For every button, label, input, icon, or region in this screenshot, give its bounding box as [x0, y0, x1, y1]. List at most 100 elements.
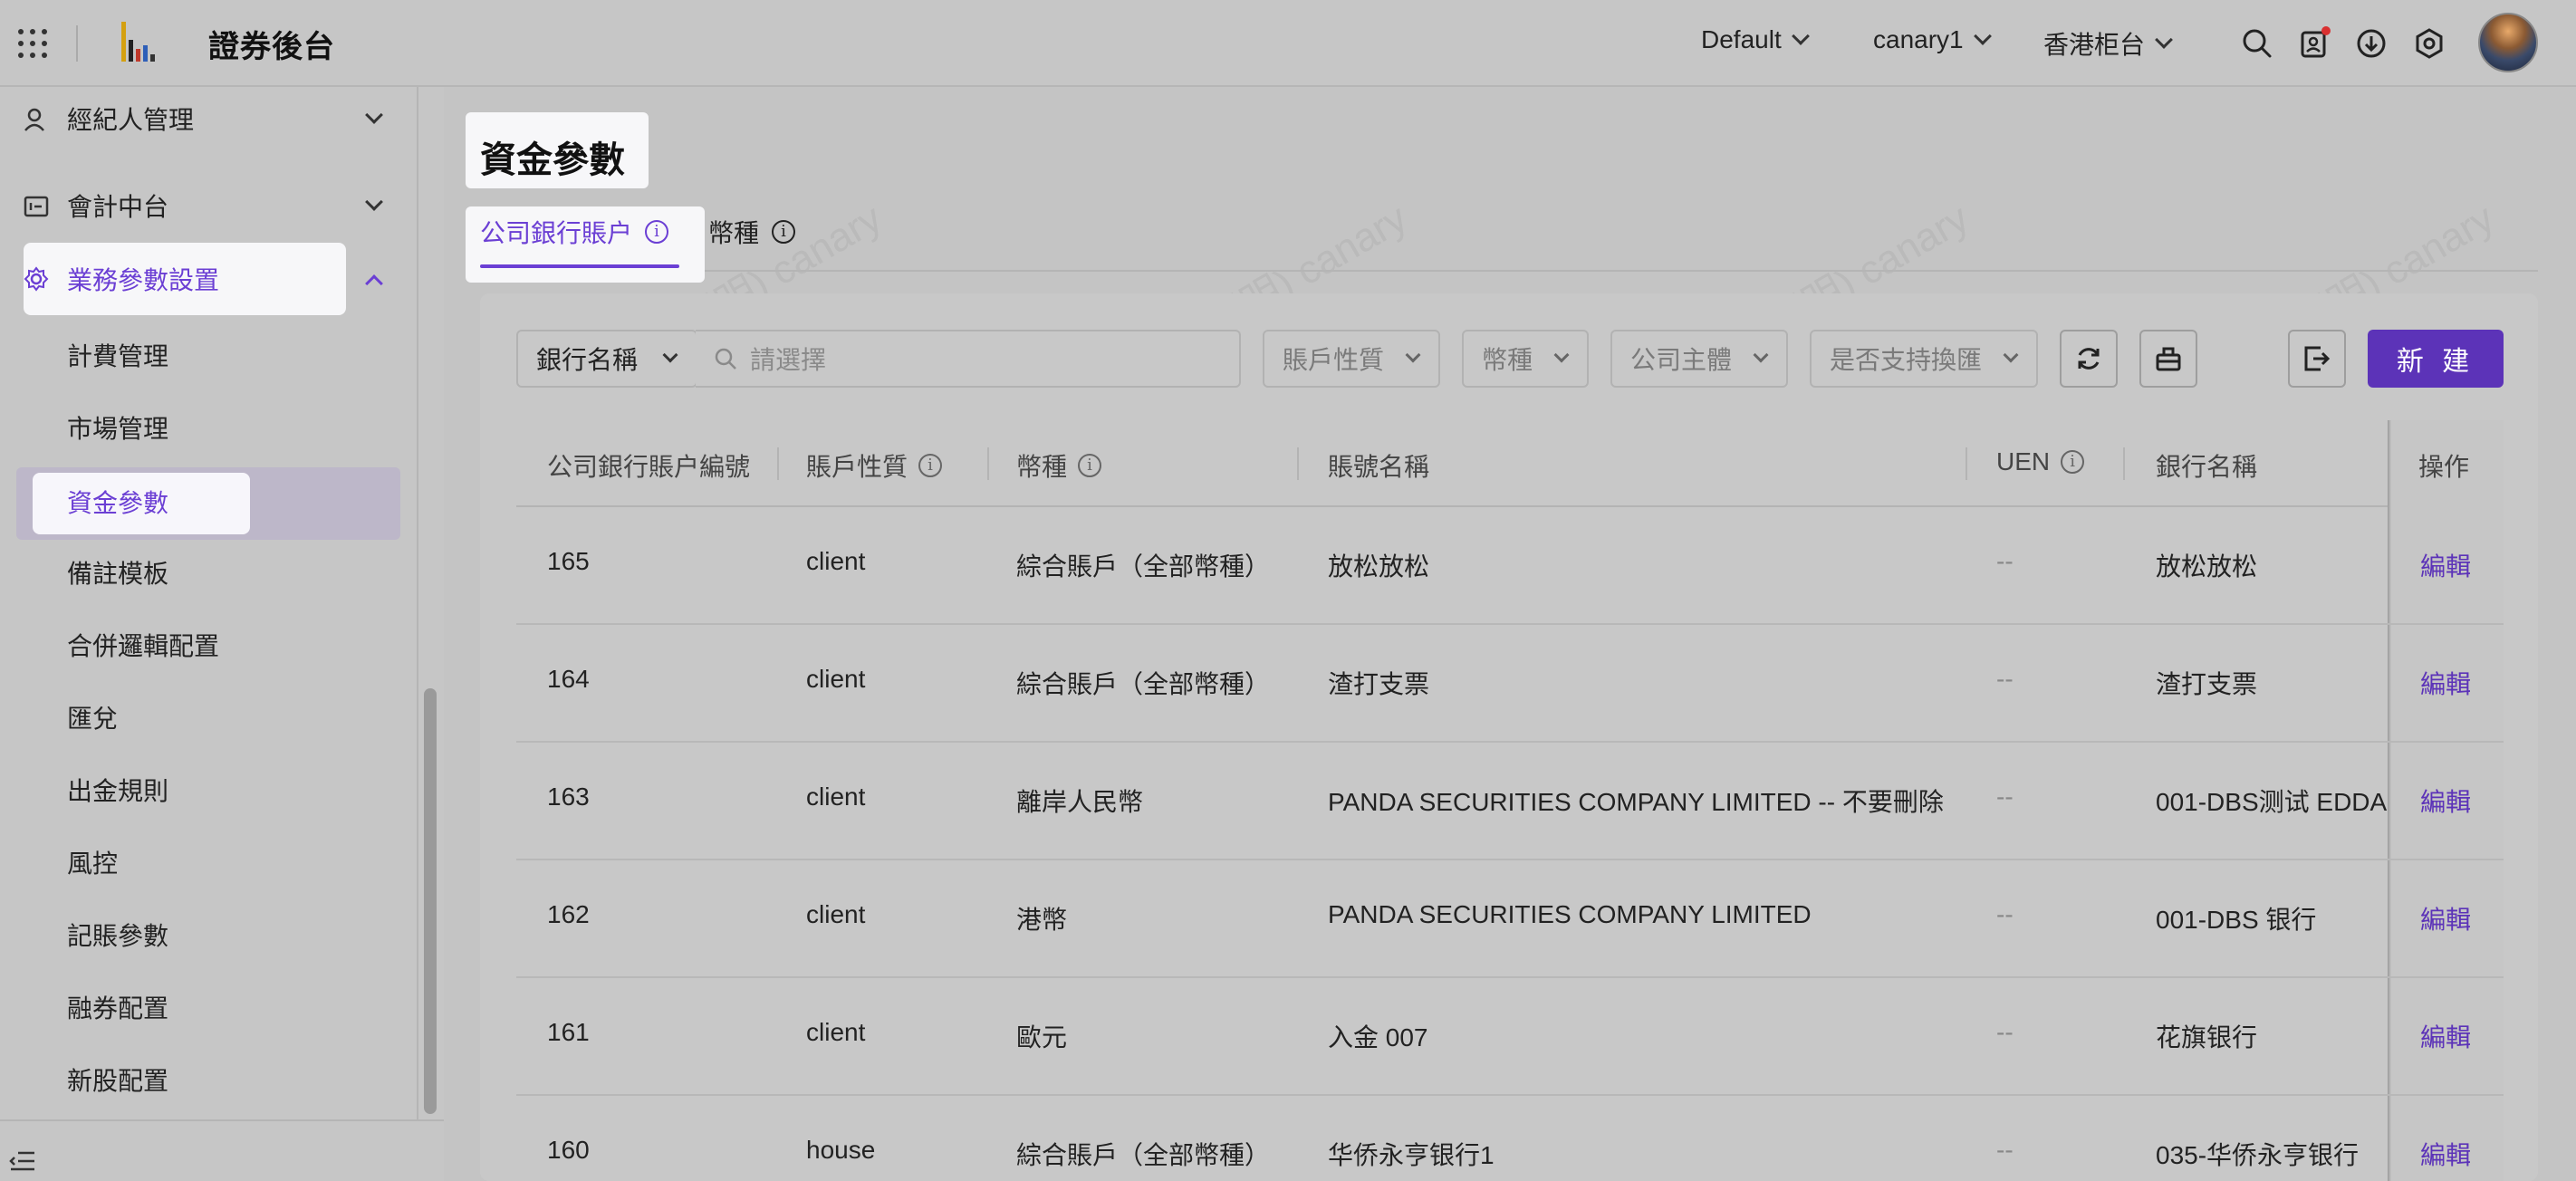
- cell-id: 163: [547, 783, 590, 811]
- column-header-id: 公司銀行賬户編號: [547, 453, 751, 481]
- clear-filter-button[interactable]: [2139, 330, 2197, 388]
- cell-uen: --: [1996, 1018, 2014, 1046]
- sidebar-group-broker[interactable]: 經紀人管理: [0, 87, 389, 150]
- sidebar-group-label: 業務參數設置: [67, 266, 220, 294]
- sidebar-item-fund-params[interactable]: 資金參數: [33, 473, 250, 534]
- search-icon[interactable]: [2239, 25, 2275, 62]
- edit-link[interactable]: 編輯: [2420, 1018, 2471, 1054]
- sidebar-group-accounting[interactable]: 會計中台: [0, 174, 389, 237]
- edit-link[interactable]: 編輯: [2420, 900, 2471, 936]
- sidebar-item-securities-lending[interactable]: 融券配置: [67, 991, 168, 1027]
- edit-link[interactable]: 編輯: [2420, 783, 2471, 819]
- page-title: 資金參數: [480, 140, 625, 180]
- sidebar-item-billing[interactable]: 計費管理: [67, 339, 168, 375]
- company-filter[interactable]: 公司主體: [1610, 330, 1788, 388]
- info-icon[interactable]: i: [645, 220, 669, 244]
- bank-field-select[interactable]: 銀行名稱: [516, 330, 697, 388]
- column-separator: [777, 447, 779, 480]
- account-type-filter[interactable]: 賬戶性質: [1263, 330, 1440, 388]
- edit-link[interactable]: 編輯: [2420, 1136, 2471, 1172]
- edit-link[interactable]: 編輯: [2420, 665, 2471, 701]
- cell-bank-name: 035-华侨永亨银行: [2156, 1141, 2360, 1169]
- counter-select[interactable]: 香港柜台: [2043, 25, 2173, 62]
- cell-currency: 離岸人民幣: [1016, 788, 1144, 816]
- export-icon: [2304, 346, 2331, 371]
- column-header-currency: 幣種 i: [1016, 447, 1102, 484]
- cell-currency: 綜合賬戶（全部幣種）: [1016, 670, 1271, 698]
- cell-currency: 綜合賬戶（全部幣種）: [1016, 1141, 1271, 1169]
- cell-bank-name: 001-DBS 银行: [2156, 906, 2317, 934]
- currency-filter[interactable]: 幣種: [1462, 330, 1589, 388]
- cell-currency: 綜合賬戶（全部幣種）: [1016, 552, 1271, 581]
- table-row: 165 client 綜合賬戶（全部幣種） 放松放松 -- 放松放松 編輯: [516, 507, 2504, 625]
- user-notification-icon[interactable]: [2297, 25, 2333, 62]
- cell-bank-name: 花旗银行: [2156, 1023, 2258, 1051]
- cell-id: 162: [547, 900, 590, 928]
- header-divider: [76, 25, 78, 62]
- edit-link[interactable]: 編輯: [2420, 547, 2471, 583]
- chevron-down-icon: [365, 193, 383, 211]
- account-type-filter-label: 賬戶性質: [1283, 346, 1385, 374]
- sidebar-item-ipo[interactable]: 新股配置: [67, 1063, 168, 1099]
- column-header-operation: 操作: [2418, 453, 2470, 481]
- fx-support-filter[interactable]: 是否支持換匯: [1810, 330, 2038, 388]
- cell-currency: 港幣: [1016, 906, 1068, 934]
- chevron-up-icon[interactable]: [365, 274, 383, 293]
- table-row: 160 house 綜合賬戶（全部幣種） 华侨永亨银行1 -- 035-华侨永亨…: [516, 1096, 2504, 1181]
- currency-filter-label: 幣種: [1482, 346, 1533, 374]
- cell-uen: --: [1996, 547, 2014, 575]
- info-icon[interactable]: i: [2061, 450, 2085, 474]
- sidebar-group-business-params[interactable]: 業務參數設置: [24, 243, 346, 315]
- column-header-account-name: 賬號名稱: [1328, 453, 1430, 481]
- cell-account-type: client: [806, 783, 866, 811]
- account-select[interactable]: canary1: [1873, 25, 1992, 54]
- cell-account-type: client: [806, 547, 866, 575]
- tab-label: 幣種: [708, 219, 760, 247]
- chevron-down-icon: [365, 106, 383, 124]
- tab-company-bank-account[interactable]: 公司銀行賬户 i: [480, 214, 669, 250]
- cell-id: 164: [547, 665, 590, 693]
- cell-account-name: 渣打支票: [1328, 670, 1430, 698]
- search-placeholder: 請選擇: [750, 346, 827, 374]
- new-button[interactable]: 新 建: [2368, 330, 2504, 388]
- refresh-button[interactable]: [2060, 330, 2118, 388]
- collapse-menu-icon[interactable]: [9, 1150, 36, 1172]
- info-icon[interactable]: i: [772, 220, 796, 244]
- tab-currency[interactable]: 幣種 i: [708, 214, 796, 250]
- clear-filter-icon: [2156, 347, 2181, 371]
- bank-field-select-value: 銀行名稱: [536, 346, 639, 374]
- cell-account-type: client: [806, 665, 866, 693]
- sidebar-item-exchange[interactable]: 匯兌: [67, 701, 118, 737]
- app-grid-icon[interactable]: [18, 29, 47, 58]
- sidebar-item-bookkeeping[interactable]: 記賬參數: [67, 918, 168, 955]
- environment-select[interactable]: Default: [1701, 25, 1810, 54]
- avatar[interactable]: [2478, 13, 2538, 72]
- sidebar-item-merge-logic[interactable]: 合併邏輯配置: [67, 629, 219, 665]
- chevron-down-icon: [1753, 347, 1769, 363]
- cell-uen: --: [1996, 900, 2014, 928]
- settings-icon[interactable]: [2411, 25, 2447, 62]
- chevron-down-icon: [2003, 347, 2019, 363]
- sidebar-item-remark-template[interactable]: 備註模板: [67, 556, 168, 592]
- search-input[interactable]: 請選擇: [696, 330, 1241, 388]
- column-header-bank-name: 銀行名稱: [2156, 453, 2258, 481]
- search-icon: [715, 348, 736, 370]
- gear-icon: [24, 266, 49, 292]
- sidebar-scrollbar[interactable]: [424, 688, 437, 1114]
- chevron-down-icon: [2155, 31, 2173, 49]
- sidebar-item-risk[interactable]: 風控: [67, 846, 118, 882]
- cell-account-name: 入金 007: [1328, 1023, 1428, 1051]
- cell-account-name: PANDA SECURITIES COMPANY LIMITED -- 不要刪除: [1328, 788, 1944, 816]
- chevron-down-icon: [1973, 27, 1992, 45]
- export-button[interactable]: [2288, 330, 2346, 388]
- cell-account-type: client: [806, 900, 866, 928]
- info-icon[interactable]: i: [1078, 454, 1102, 477]
- sidebar-item-withdraw-rules[interactable]: 出金規則: [67, 773, 168, 810]
- download-icon[interactable]: [2353, 25, 2389, 62]
- column-header-uen: UEN i: [1996, 447, 2085, 476]
- app-title: 證券後台: [208, 30, 335, 64]
- cell-account-name: 放松放松: [1328, 552, 1430, 581]
- sidebar-item-market[interactable]: 市場管理: [67, 411, 168, 447]
- cell-bank-name: 001-DBS测试 EDDA: [2156, 788, 2388, 816]
- info-icon[interactable]: i: [918, 454, 943, 477]
